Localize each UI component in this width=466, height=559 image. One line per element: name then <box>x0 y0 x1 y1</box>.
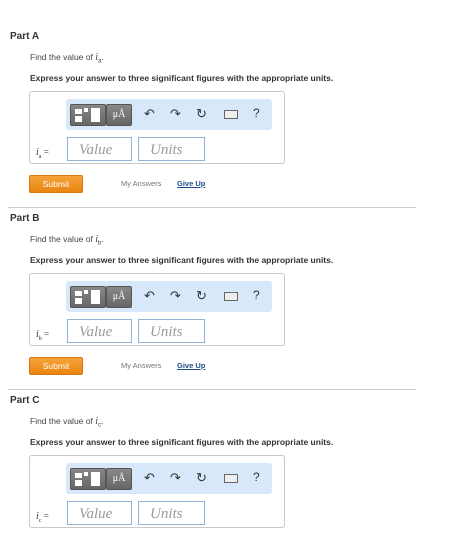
divider <box>8 389 416 390</box>
answer-box: μÅ ↶ ↷ ↻ ? ia = Value Units <box>29 91 285 164</box>
part-title: Part A <box>10 31 40 42</box>
reset-icon[interactable]: ↻ <box>196 288 207 304</box>
keyboard-icon[interactable] <box>224 292 238 301</box>
give-up-link[interactable]: Give Up <box>177 361 205 370</box>
redo-icon[interactable]: ↷ <box>170 106 181 122</box>
answer-box: μÅ ↶ ↷ ↻ ? ic = Value Units <box>29 455 285 528</box>
redo-icon[interactable]: ↷ <box>170 470 181 486</box>
value-input[interactable]: Value <box>67 319 132 343</box>
keyboard-icon[interactable] <box>224 110 238 119</box>
variable-label: ia = <box>36 147 49 160</box>
help-icon[interactable]: ? <box>253 106 260 120</box>
instructions: Express your answer to three significant… <box>30 73 334 83</box>
reset-icon[interactable]: ↻ <box>196 106 207 122</box>
units-icon[interactable]: μÅ <box>106 468 132 490</box>
help-icon[interactable]: ? <box>253 288 260 302</box>
value-input[interactable]: Value <box>67 501 132 525</box>
math-toolbar: μÅ ↶ ↷ ↻ ? <box>66 281 272 312</box>
templates-icon[interactable] <box>70 286 106 308</box>
my-answers-link[interactable]: My Answers <box>121 179 161 188</box>
undo-icon[interactable]: ↶ <box>144 106 155 122</box>
submit-button[interactable]: Submit <box>29 357 83 375</box>
reset-icon[interactable]: ↻ <box>196 470 207 486</box>
units-icon[interactable]: μÅ <box>106 104 132 126</box>
my-answers-link[interactable]: My Answers <box>121 361 161 370</box>
units-input[interactable]: Units <box>138 501 205 525</box>
question-text: Find the value of ia. <box>30 52 104 65</box>
question-text: Find the value of ib. <box>30 234 104 247</box>
units-icon[interactable]: μÅ <box>106 286 132 308</box>
submit-button[interactable]: Submit <box>29 175 83 193</box>
help-icon[interactable]: ? <box>253 470 260 484</box>
math-toolbar: μÅ ↶ ↷ ↻ ? <box>66 463 272 494</box>
part-title: Part B <box>10 213 40 224</box>
templates-icon[interactable] <box>70 104 106 126</box>
part-title: Part C <box>10 395 40 406</box>
units-input[interactable]: Units <box>138 137 205 161</box>
divider <box>8 207 416 208</box>
variable-label: ib = <box>36 329 50 342</box>
redo-icon[interactable]: ↷ <box>170 288 181 304</box>
instructions: Express your answer to three significant… <box>30 437 334 447</box>
give-up-link[interactable]: Give Up <box>177 179 205 188</box>
units-input[interactable]: Units <box>138 319 205 343</box>
instructions: Express your answer to three significant… <box>30 255 334 265</box>
answer-box: μÅ ↶ ↷ ↻ ? ib = Value Units <box>29 273 285 346</box>
variable-label: ic = <box>36 511 49 524</box>
undo-icon[interactable]: ↶ <box>144 288 155 304</box>
question-text: Find the value of ic. <box>30 416 104 429</box>
math-toolbar: μÅ ↶ ↷ ↻ ? <box>66 99 272 130</box>
templates-icon[interactable] <box>70 468 106 490</box>
value-input[interactable]: Value <box>67 137 132 161</box>
undo-icon[interactable]: ↶ <box>144 470 155 486</box>
keyboard-icon[interactable] <box>224 474 238 483</box>
